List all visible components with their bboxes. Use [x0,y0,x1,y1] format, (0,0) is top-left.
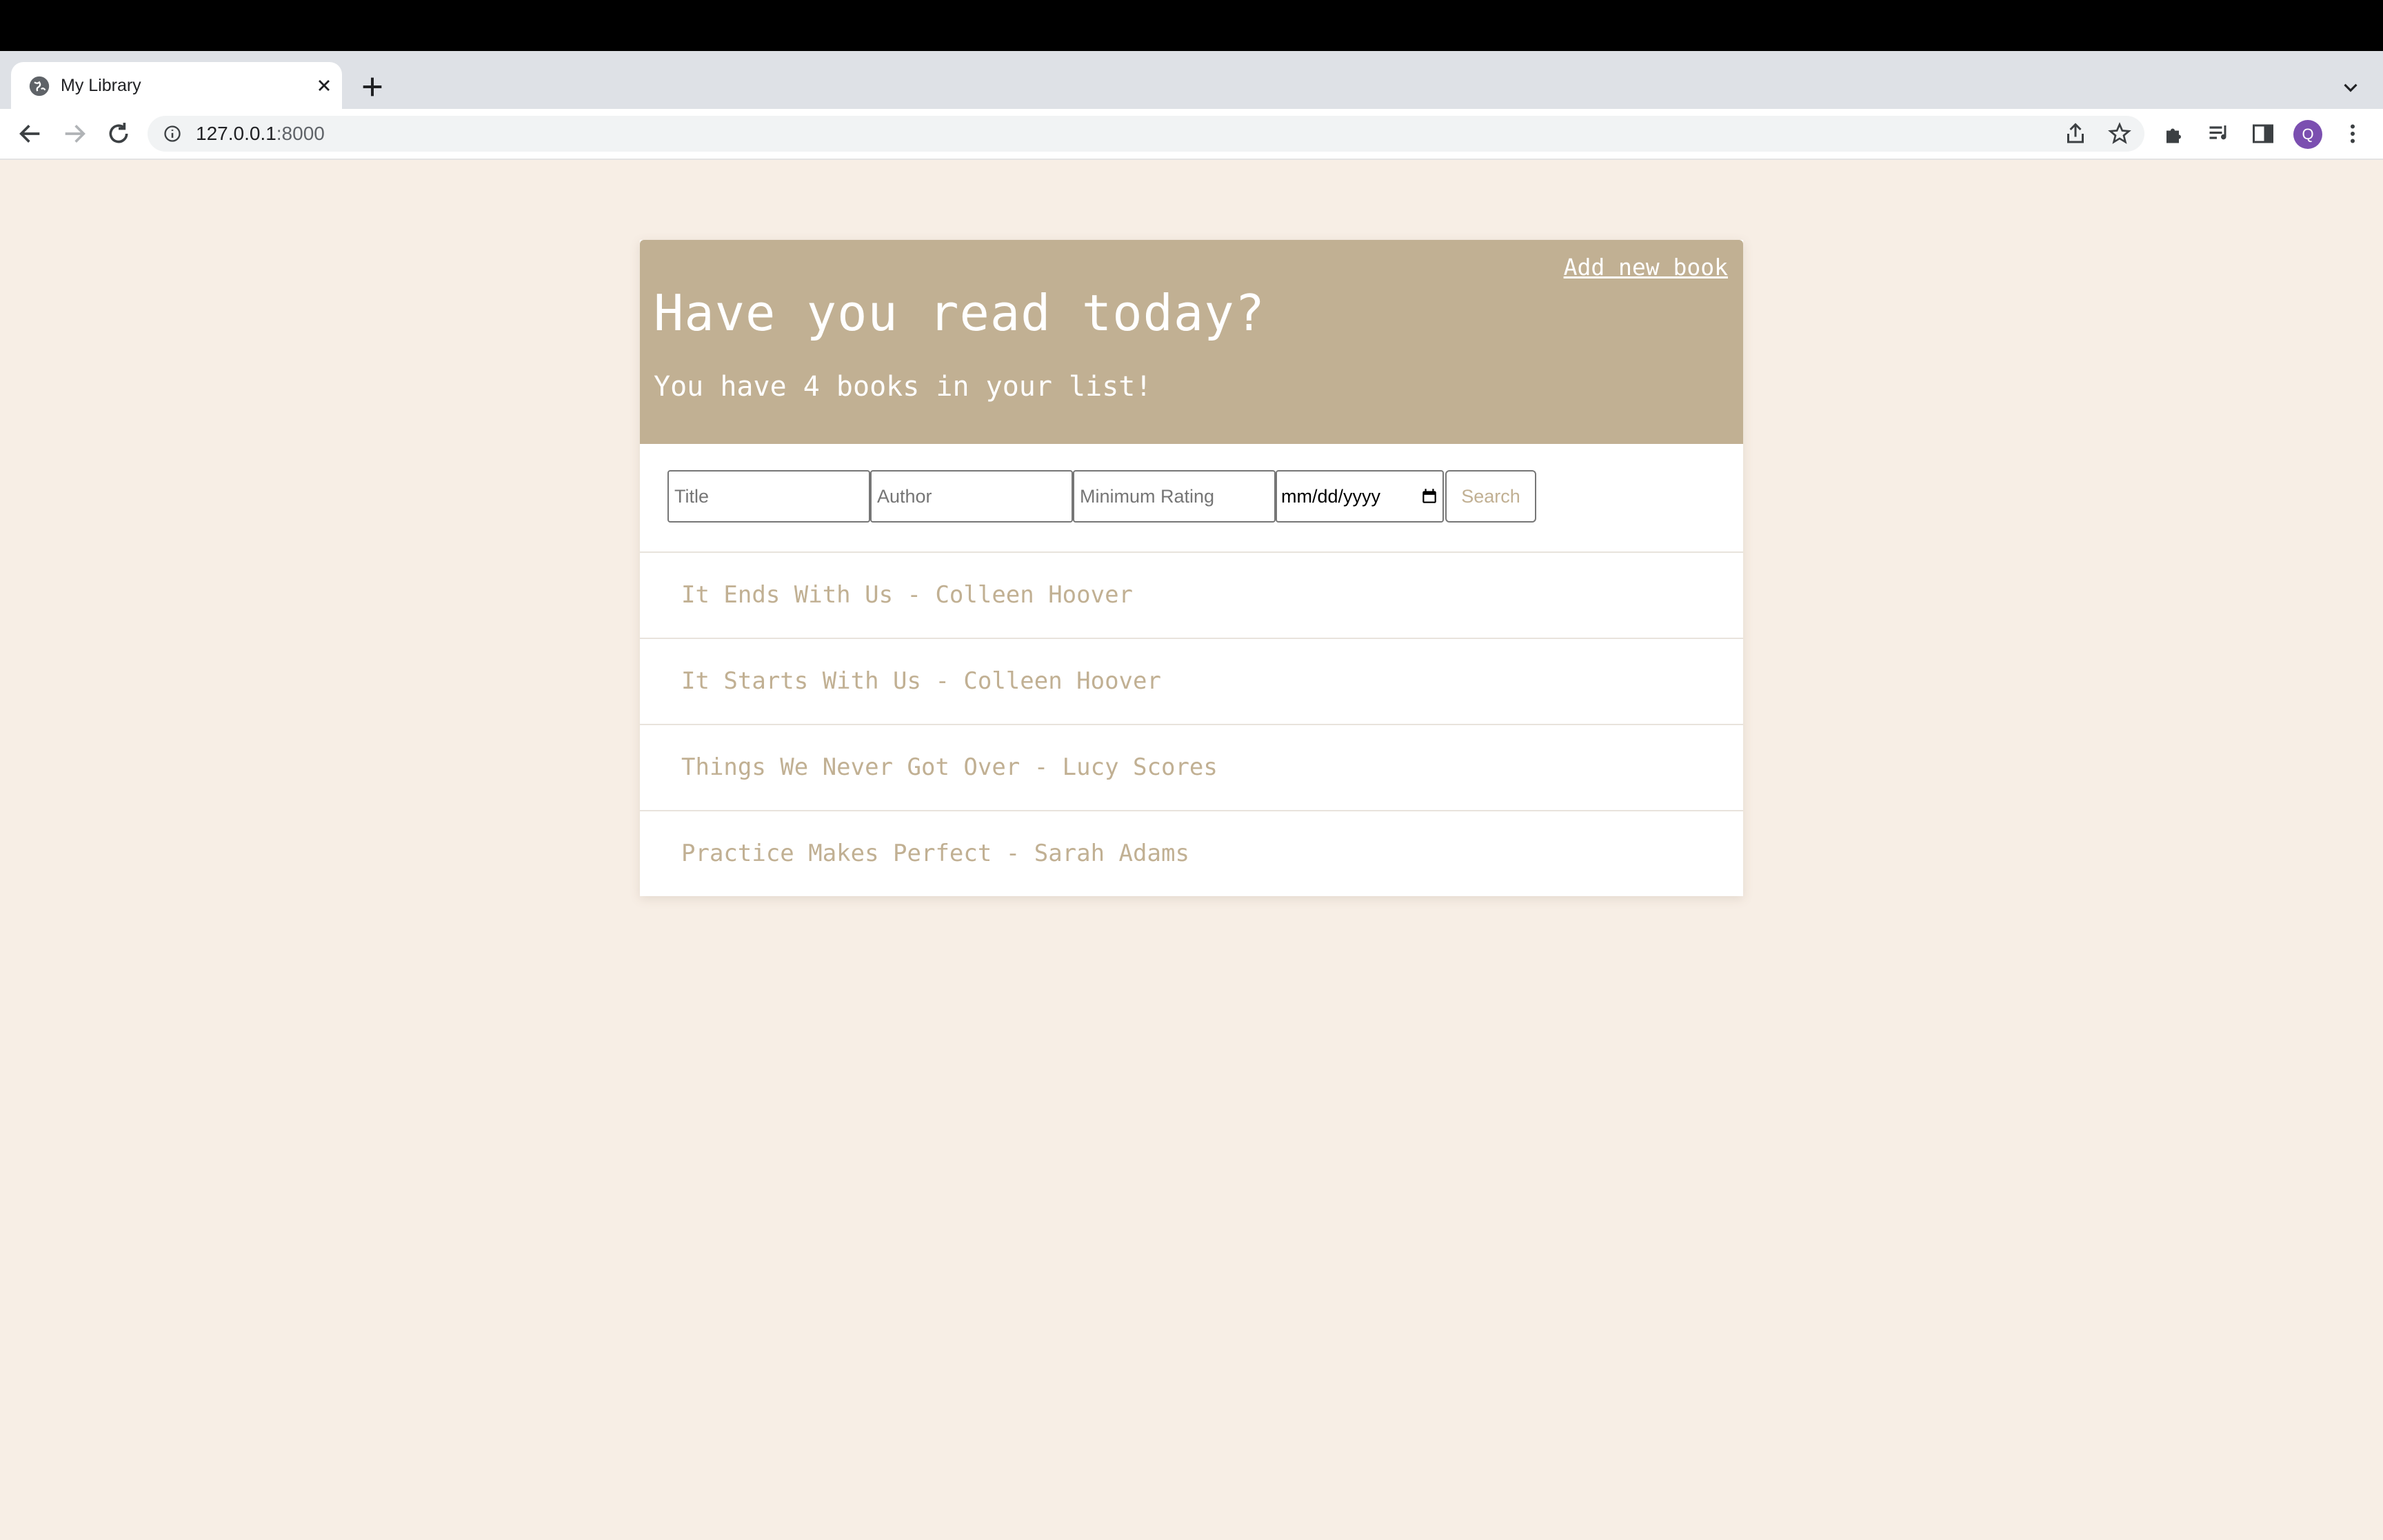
plus-icon[interactable] [359,73,386,101]
globe-icon [29,76,50,97]
browser-tab[interactable]: My Library [11,62,342,109]
book-item[interactable]: Practice Makes Perfect - Sarah Adams [640,810,1743,896]
url-host: 127.0.0.1 [196,123,276,144]
book-count-text: You have 4 books in your list! [654,371,1152,403]
author-input[interactable] [870,470,1073,523]
more-options-icon[interactable] [2340,121,2365,146]
reload-icon[interactable] [105,120,132,148]
close-icon[interactable] [314,76,334,95]
title-input[interactable] [667,470,870,523]
add-new-book-link[interactable]: Add new book [1564,254,1728,281]
date-placeholder: mm/dd/yyyy [1281,485,1381,507]
browser-toolbar: 127.0.0.1:8000 Q [0,109,2383,160]
library-card: Add new book Have you read today? You ha… [640,240,1743,896]
url-text: 127.0.0.1:8000 [196,116,325,152]
book-item[interactable]: It Ends With Us - Colleen Hoover [640,551,1743,638]
address-bar[interactable]: 127.0.0.1:8000 [148,116,2144,152]
search-button[interactable]: Search [1445,470,1536,523]
browser-tab-strip: My Library [0,51,2383,109]
url-port: :8000 [276,123,325,144]
media-queue-icon[interactable] [2206,121,2231,146]
side-panel-icon[interactable] [2251,121,2275,146]
chevron-down-icon[interactable] [2339,76,2362,99]
info-icon[interactable] [163,124,182,143]
extensions-icon[interactable] [2162,121,2187,146]
book-list: It Ends With Us - Colleen Hoover It Star… [640,551,1743,896]
date-input[interactable]: mm/dd/yyyy [1276,470,1444,523]
profile-avatar[interactable]: Q [2293,120,2322,149]
book-item[interactable]: Things We Never Got Over - Lucy Scores [640,724,1743,810]
library-header: Add new book Have you read today? You ha… [640,240,1743,444]
share-icon[interactable] [2063,121,2088,146]
os-top-bar [0,0,2383,51]
page-title: Have you read today? [654,284,1265,342]
tab-title: My Library [61,76,141,95]
star-icon[interactable] [2107,121,2132,146]
calendar-icon[interactable] [1420,487,1438,505]
minimum-rating-input[interactable] [1073,470,1276,523]
book-item[interactable]: It Starts With Us - Colleen Hoover [640,638,1743,724]
search-form: mm/dd/yyyy Search [667,470,1536,523]
back-arrow-icon[interactable] [17,120,44,148]
forward-arrow-icon[interactable] [61,120,88,148]
